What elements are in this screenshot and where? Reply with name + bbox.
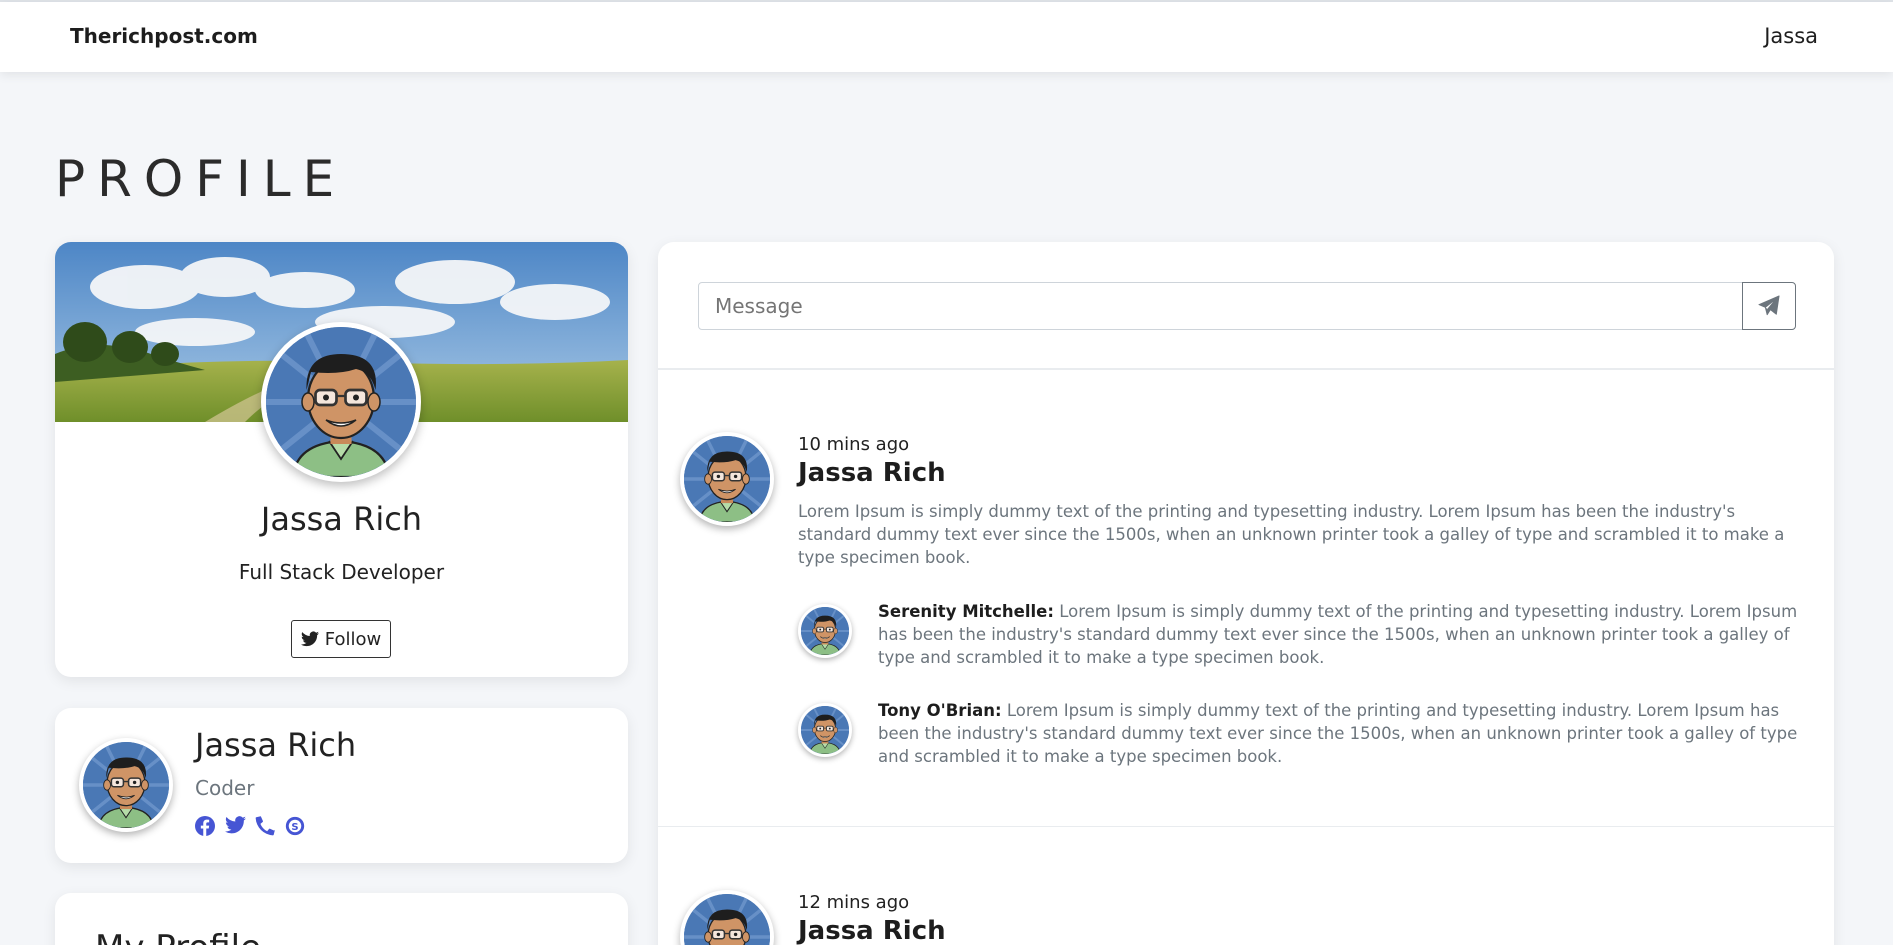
mini-avatar xyxy=(79,738,173,832)
feed-divider xyxy=(658,368,1834,370)
mini-profile-card: Jassa Rich Coder S xyxy=(55,708,628,863)
send-button[interactable] xyxy=(1742,282,1796,330)
post-divider xyxy=(658,826,1834,827)
post-author: Jassa Rich xyxy=(798,458,946,488)
reply-item: Serenity Mitchelle: Lorem Ipsum is simpl… xyxy=(878,600,1808,669)
profile-name: Jassa Rich xyxy=(260,500,423,538)
twitter-icon[interactable] xyxy=(225,816,246,836)
post-time: 12 mins ago xyxy=(798,892,910,913)
brand-link[interactable]: Therichpost.com xyxy=(70,24,258,48)
post-time: 10 mins ago xyxy=(798,434,910,455)
profile-role: Full Stack Developer xyxy=(238,560,445,584)
message-input[interactable] xyxy=(698,282,1743,330)
post-avatar xyxy=(680,890,774,945)
reply-author: Tony O'Brian: xyxy=(878,701,1002,720)
follow-label: Follow xyxy=(324,628,382,650)
social-links: S xyxy=(195,816,305,836)
reply-avatar xyxy=(798,703,852,757)
reply-item: Tony O'Brian: Lorem Ipsum is simply dumm… xyxy=(878,699,1808,768)
post-avatar xyxy=(680,432,774,526)
post-body: Lorem Ipsum is simply dummy text of the … xyxy=(798,502,1785,567)
svg-text:S: S xyxy=(291,822,298,833)
reply-author: Serenity Mitchelle: xyxy=(878,602,1054,621)
send-icon xyxy=(1758,295,1780,316)
facebook-icon[interactable] xyxy=(195,816,215,836)
profile-avatar xyxy=(261,322,421,482)
feed-card: 10 mins ago Jassa Rich Lorem Ipsum is si… xyxy=(658,242,1834,945)
mini-role: Coder xyxy=(195,776,255,800)
user-menu-link[interactable]: Jassa xyxy=(1764,24,1818,48)
skype-icon[interactable]: S xyxy=(285,816,305,836)
twitter-icon xyxy=(300,631,319,647)
mini-name: Jassa Rich xyxy=(195,726,357,764)
post-author: Jassa Rich xyxy=(798,916,946,945)
follow-button[interactable]: Follow xyxy=(291,620,391,658)
reply-avatar xyxy=(798,604,852,658)
my-profile-card: My Profile xyxy=(55,893,628,945)
page-title: PROFILE xyxy=(55,150,347,208)
my-profile-title: My Profile xyxy=(95,928,261,945)
phone-icon[interactable] xyxy=(255,816,275,836)
profile-card: Jassa Rich Full Stack Developer Follow xyxy=(55,242,628,677)
reply-body: Lorem Ipsum is simply dummy text of the … xyxy=(878,701,1798,766)
navbar: Therichpost.com Jassa xyxy=(0,2,1893,72)
